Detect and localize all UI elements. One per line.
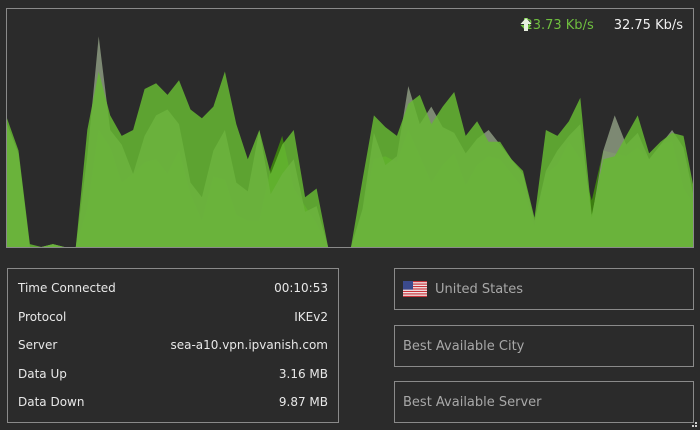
stat-value: 9.87 MB <box>278 395 328 409</box>
stat-value: sea-a10.vpn.ipvanish.com <box>170 338 328 352</box>
speed-readout: 23.73 Kb/s 32.75 Kb/s <box>520 18 683 33</box>
traffic-graph: 23.73 Kb/s 32.75 Kb/s <box>6 8 694 248</box>
upload-speed: 32.75 Kb/s <box>520 18 683 33</box>
city-value: Best Available City <box>403 338 525 354</box>
stat-row-data-down: Data Down 9.87 MB <box>18 394 328 410</box>
stat-value: 00:10:53 <box>274 281 328 295</box>
stat-row-protocol: Protocol IKEv2 <box>18 309 328 325</box>
resize-grip-icon[interactable] <box>688 418 698 428</box>
country-value: United States <box>435 281 524 297</box>
country-selector[interactable]: United States <box>394 268 694 310</box>
city-selector[interactable]: Best Available City <box>394 325 694 367</box>
stat-label: Protocol <box>18 310 67 324</box>
traffic-series-3 <box>7 71 693 247</box>
upload-speed-value: 32.75 Kb/s <box>613 18 683 33</box>
stat-label: Data Down <box>18 395 85 409</box>
server-selector[interactable]: Best Available Server <box>394 381 694 423</box>
download-speed-value: 23.73 Kb/s <box>524 18 594 33</box>
server-value: Best Available Server <box>403 394 542 410</box>
stat-label: Time Connected <box>18 281 116 295</box>
stat-label: Data Up <box>18 367 67 381</box>
stat-value: 3.16 MB <box>278 367 328 381</box>
stat-row-time-connected: Time Connected 00:10:53 <box>18 280 328 296</box>
traffic-chart <box>7 36 693 247</box>
us-flag-icon <box>403 281 427 297</box>
stat-row-data-up: Data Up 3.16 MB <box>18 366 328 382</box>
stat-label: Server <box>18 338 58 352</box>
stat-row-server: Server sea-a10.vpn.ipvanish.com <box>18 337 328 353</box>
connection-stats-panel: Time Connected 00:10:53 Protocol IKEv2 S… <box>7 268 339 423</box>
stat-value: IKEv2 <box>294 310 328 324</box>
